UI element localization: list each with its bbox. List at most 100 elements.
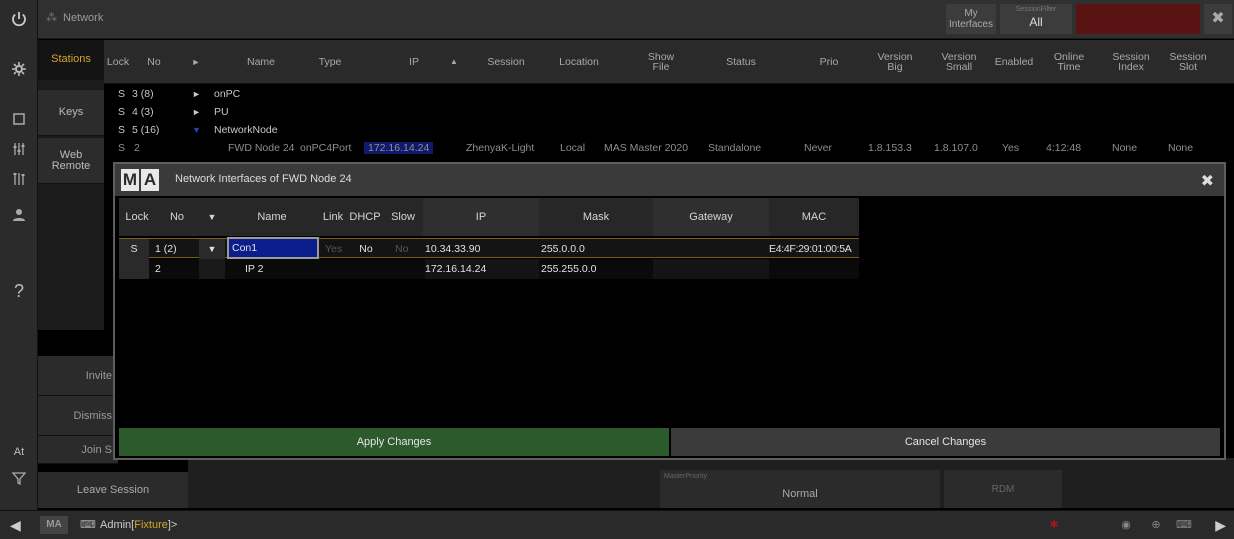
col-enabled[interactable]: Enabled (988, 40, 1040, 84)
col-lock[interactable]: Lock (119, 198, 155, 236)
interface-name[interactable]: IP 2 (245, 259, 264, 279)
user-icon[interactable] (0, 200, 38, 230)
sliders-icon[interactable] (0, 164, 38, 194)
stations-table-header: Lock No ► Name Type IP ▲ Session Locatio… (104, 40, 1234, 84)
filter-icon[interactable] (0, 463, 38, 493)
power-icon[interactable] (0, 4, 38, 34)
prompt-context: Fixture (134, 519, 168, 531)
collapse-icon[interactable]: ▼ (192, 125, 201, 135)
row-prio: Never (804, 142, 833, 154)
row-dhcp[interactable]: No (353, 239, 379, 259)
expand-icon[interactable]: ► (192, 107, 201, 117)
title-bar: ⁂ Network My Interfaces SessionFilter Al… (38, 0, 1234, 39)
command-line-prompt[interactable]: Admin[Fixture]> (100, 519, 177, 531)
row-online-time: 4:12:48 (1046, 142, 1082, 154)
col-version-small[interactable]: Version Small (934, 40, 984, 84)
alert-icon[interactable]: ✱ (1046, 517, 1062, 533)
tab-web-remote[interactable]: Web Remote (38, 138, 104, 184)
invite-button[interactable]: Invite (38, 356, 118, 396)
col-type[interactable]: Type (302, 40, 358, 84)
col-status[interactable]: Status (706, 40, 776, 84)
row-name: PU (214, 106, 229, 118)
row-mask[interactable]: 255.255.0.0 (541, 259, 596, 279)
join-session-button[interactable]: Join S (38, 436, 118, 464)
record-icon[interactable]: ◉ (1118, 517, 1134, 533)
col-name[interactable]: Name (225, 198, 319, 236)
row-session-slot: None (1168, 142, 1194, 154)
table-row[interactable]: 2 IP 2 172.16.14.24 255.255.0.0 (119, 259, 859, 279)
close-icon[interactable]: ✖ (1204, 4, 1232, 34)
col-version-big[interactable]: Version Big (870, 40, 920, 84)
layers-icon[interactable] (0, 104, 38, 134)
col-ip[interactable]: IP (423, 198, 539, 236)
row-enabled: Yes (1002, 142, 1020, 154)
collapse-all-icon[interactable]: ▼ (199, 198, 225, 236)
session-filter-button[interactable]: SessionFilter All (1000, 4, 1072, 34)
collapse-icon[interactable]: ▼ (199, 239, 225, 259)
my-interfaces-button[interactable]: My Interfaces (946, 4, 996, 34)
close-icon[interactable]: ✖ (1201, 171, 1214, 191)
ma-logo: M A (121, 169, 159, 191)
section-tabs: Stations Keys Web Remote (38, 40, 104, 330)
col-location[interactable]: Location (544, 40, 614, 84)
table-row[interactable]: S 4 (3) ► PU (104, 104, 1234, 120)
faders-icon[interactable] (0, 134, 38, 164)
dismiss-button[interactable]: Dismiss (38, 396, 118, 436)
row-link[interactable]: Yes (325, 239, 342, 259)
col-dhcp[interactable]: DHCP (347, 198, 383, 236)
col-slow[interactable]: Slow (383, 198, 423, 236)
col-session-index[interactable]: Session Index (1104, 40, 1158, 84)
col-session[interactable]: Session (476, 40, 536, 84)
col-prio[interactable]: Prio (804, 40, 854, 84)
row-lock: S (118, 142, 126, 154)
sort-asc-icon[interactable]: ▲ (444, 40, 464, 84)
col-mask[interactable]: Mask (539, 198, 653, 236)
ma-logo[interactable]: MA (40, 516, 68, 534)
help-icon[interactable]: ? (0, 276, 38, 306)
row-ip[interactable]: 172.16.14.24 (425, 259, 539, 279)
row-slow[interactable]: No (395, 239, 408, 259)
row-lock (119, 259, 149, 279)
apply-changes-button[interactable]: Apply Changes (119, 428, 669, 456)
row-no: 2 (134, 142, 140, 154)
col-session-slot[interactable]: Session Slot (1162, 40, 1214, 84)
col-lock[interactable]: Lock (104, 40, 132, 84)
col-ip[interactable]: IP (384, 40, 444, 84)
network-interfaces-dialog: M A Network Interfaces of FWD Node 24 ✖ … (113, 162, 1226, 460)
table-row[interactable]: S 3 (8) ► onPC (104, 86, 1234, 102)
col-mac[interactable]: MAC (769, 198, 859, 236)
globe-icon[interactable]: ⊕ (1148, 517, 1164, 533)
row-ip[interactable]: 10.34.33.90 (425, 239, 480, 259)
cancel-changes-button[interactable]: Cancel Changes (671, 428, 1220, 456)
row-lock: S (118, 124, 126, 136)
col-show-file[interactable]: Show File (624, 40, 698, 84)
col-no[interactable]: No (155, 198, 199, 236)
col-name[interactable]: Name (228, 40, 294, 84)
col-gateway[interactable]: Gateway (653, 198, 769, 236)
prompt-user: Admin[ (100, 519, 135, 531)
row-gateway[interactable] (653, 259, 769, 279)
red-action-button[interactable] (1076, 4, 1200, 34)
gear-icon[interactable] (0, 54, 38, 84)
row-mask[interactable]: 255.0.0.0 (541, 239, 585, 259)
col-online-time[interactable]: Online Time (1044, 40, 1094, 84)
left-arrow-icon[interactable]: ◀ (10, 517, 21, 534)
table-row[interactable]: S 5 (16) ▼ NetworkNode (104, 122, 1234, 138)
interfaces-table-header: Lock No ▼ Name Link DHCP Slow IP Mask Ga… (119, 198, 859, 236)
col-expand[interactable]: ► (186, 40, 206, 84)
master-priority-field[interactable]: MasterPriority Normal (660, 470, 940, 508)
col-link[interactable]: Link (319, 198, 347, 236)
col-no[interactable]: No (134, 40, 174, 84)
right-arrow-icon[interactable]: ▶ (1215, 517, 1226, 534)
tab-keys[interactable]: Keys (38, 90, 104, 136)
table-row[interactable]: S 1 (2) ▼ Con1 Yes No No 10.34.33.90 255… (119, 237, 859, 259)
table-row[interactable]: S 2 FWD Node 24 onPC4Port 172.16.14.24 Z… (104, 140, 1234, 156)
row-no: 3 (8) (132, 88, 154, 100)
interface-name-field[interactable]: Con1 (227, 237, 319, 259)
leave-session-button[interactable]: Leave Session (38, 472, 188, 508)
rdm-button[interactable]: RDM (944, 470, 1062, 508)
tab-stations[interactable]: Stations (38, 40, 104, 80)
keyboard-icon[interactable]: ⌨ (80, 518, 96, 531)
expand-icon[interactable]: ► (192, 89, 201, 99)
keyboard-shortcut-icon[interactable]: ⌨ (1176, 517, 1192, 533)
